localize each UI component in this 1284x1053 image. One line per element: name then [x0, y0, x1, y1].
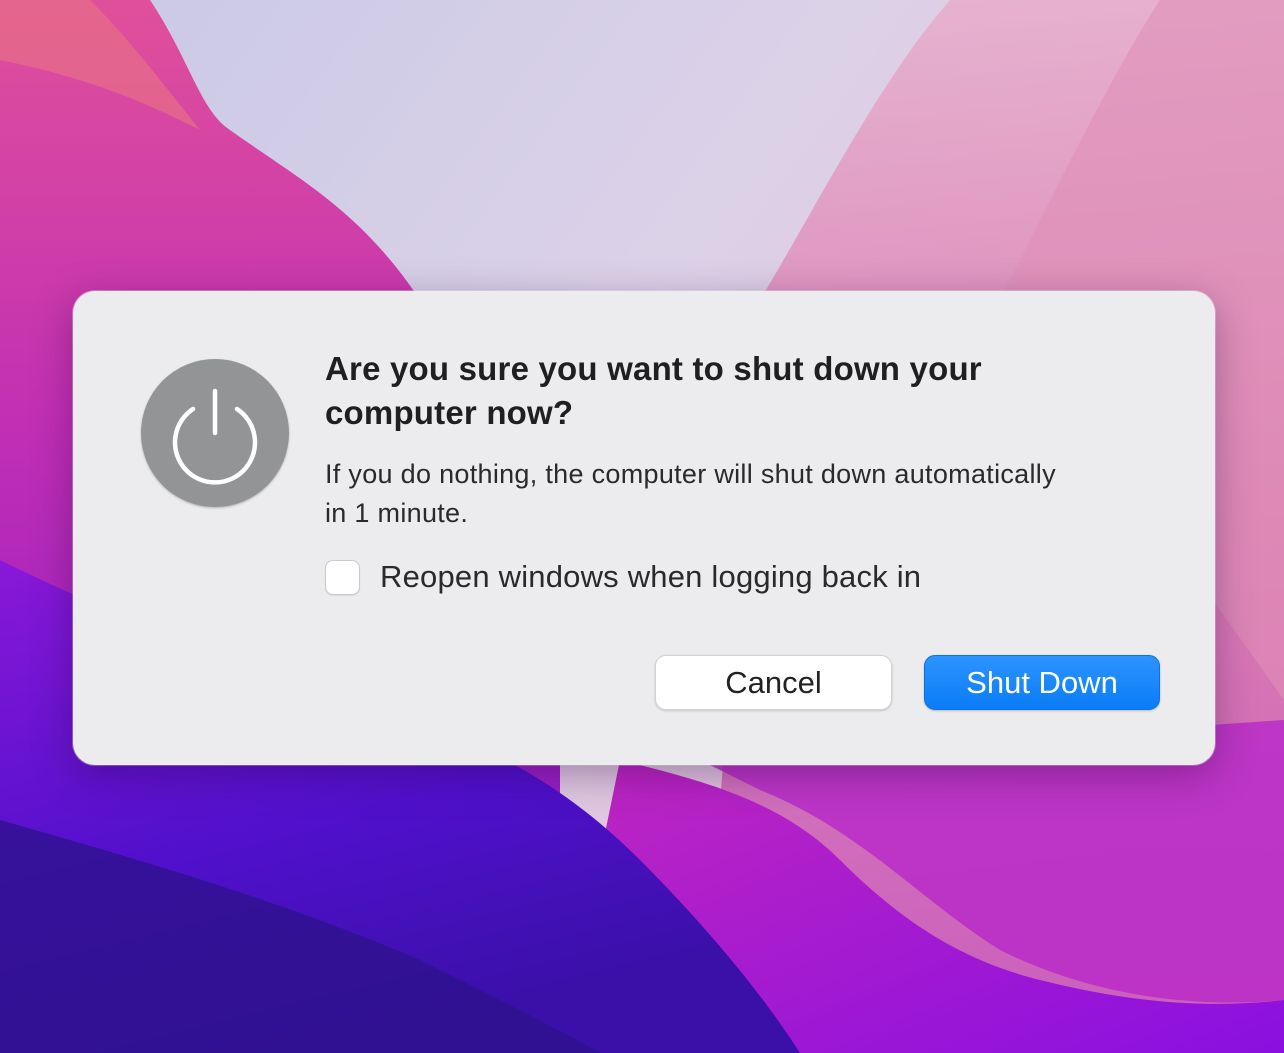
reopen-windows-label[interactable]: Reopen windows when logging back in [380, 559, 921, 595]
shutdown-dialog: Are you sure you want to shut down your … [73, 291, 1215, 765]
cancel-button[interactable]: Cancel [655, 655, 892, 710]
reopen-windows-option[interactable]: Reopen windows when logging back in [325, 557, 921, 597]
shut-down-button[interactable]: Shut Down [924, 655, 1160, 710]
power-icon [141, 359, 289, 507]
dialog-message: If you do nothing, the computer will shu… [325, 459, 1056, 528]
dialog-title: Are you sure you want to shut down your … [325, 350, 982, 431]
reopen-windows-checkbox[interactable] [325, 559, 360, 595]
